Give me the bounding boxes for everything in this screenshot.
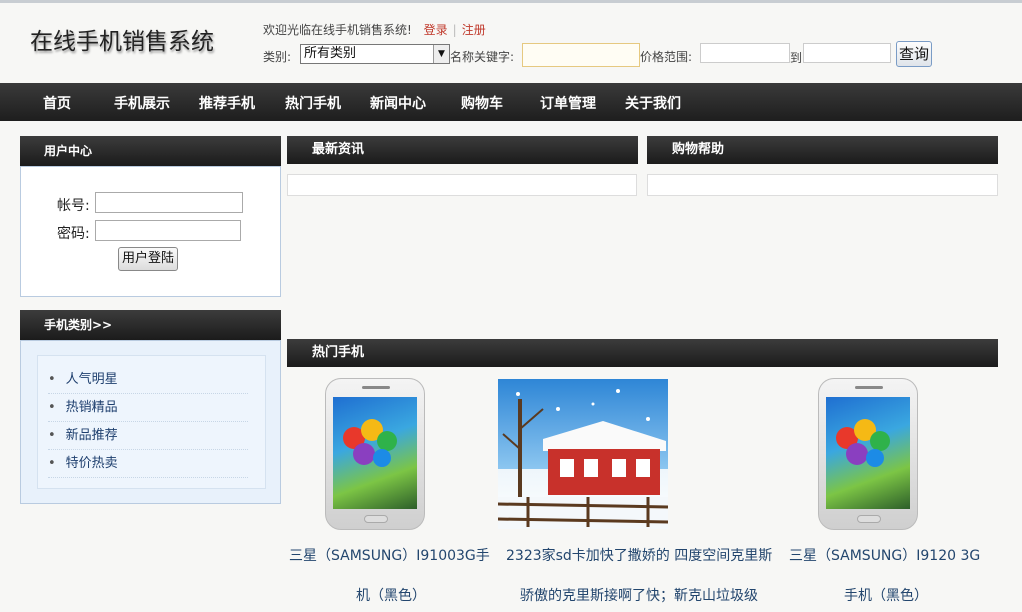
password-input[interactable] — [95, 220, 241, 241]
product-3-name-line2[interactable]: 手机（黑色） — [844, 585, 928, 605]
price-label: 价格范围: — [640, 50, 693, 64]
category-item-new[interactable]: 新品推荐 — [48, 422, 248, 450]
price-min-input[interactable] — [700, 43, 790, 63]
nav-item-news[interactable]: 新闻中心 — [370, 93, 426, 113]
main-nav: 首页 手机展示 推荐手机 热门手机 新闻中心 购物车 订单管理 关于我们 — [0, 83, 1022, 121]
category-list: 人气明星 热销精品 新品推荐 特价热卖 — [37, 355, 266, 489]
login-link[interactable]: 登录 — [424, 23, 448, 37]
category-item-bestseller[interactable]: 热销精品 — [48, 394, 248, 422]
nav-item-phone-showcase[interactable]: 手机展示 — [114, 93, 170, 113]
product-1-name-line2[interactable]: 机（黑色） — [356, 585, 426, 605]
welcome-bar: 欢迎光临在线手机销售系统! 登录 | 注册 — [263, 21, 486, 38]
account-input[interactable] — [95, 192, 243, 213]
site-logo: 在线手机销售系统 — [30, 29, 214, 55]
hot-phones-header: 热门手机 — [287, 339, 998, 367]
password-label: 密码: — [57, 226, 90, 242]
phone-screen — [333, 397, 417, 509]
news-content — [287, 174, 637, 196]
phone-home-button — [857, 515, 881, 523]
category-item-popular[interactable]: 人气明星 — [48, 366, 248, 394]
news-header: 最新资讯 — [287, 136, 638, 164]
phone-speaker — [855, 386, 883, 389]
category-item-sale[interactable]: 特价热卖 — [48, 450, 248, 478]
phone-image[interactable] — [818, 378, 918, 530]
product-3-name[interactable]: 三星（SAMSUNG）I9120 3G — [789, 545, 980, 565]
keyword-input[interactable] — [522, 43, 640, 67]
register-link[interactable]: 注册 — [462, 23, 486, 37]
category-select[interactable]: 所有类别 ▼ — [300, 44, 450, 64]
help-content — [647, 174, 998, 196]
user-center-header: 用户中心 — [20, 136, 281, 166]
price-to-label: 到 — [790, 51, 803, 65]
product-2-name-line2[interactable]: 骄傲的克里斯接啊了快；靳克山垃圾级 — [520, 585, 758, 605]
link-divider: | — [452, 23, 457, 37]
product-1-name[interactable]: 三星（SAMSUNG）I91003G手 — [289, 545, 490, 565]
category-header: 手机类别>> — [20, 310, 281, 340]
category-selected-value: 所有类别 — [304, 46, 357, 61]
help-header: 购物帮助 — [647, 136, 998, 164]
category-label: 类别: — [263, 50, 292, 64]
user-login-button[interactable]: 用户登陆 — [118, 247, 178, 271]
winter-house-image[interactable] — [498, 379, 668, 529]
account-label: 帐号: — [57, 198, 90, 214]
nav-item-hot[interactable]: 热门手机 — [285, 93, 341, 113]
nav-item-cart[interactable]: 购物车 — [461, 93, 503, 113]
nav-item-home[interactable]: 首页 — [43, 93, 71, 113]
keyword-label: 名称关键字: — [450, 50, 515, 64]
phone-screen — [826, 397, 910, 509]
nav-item-orders[interactable]: 订单管理 — [540, 93, 596, 113]
phone-home-button — [364, 515, 388, 523]
search-button[interactable]: 查询 — [896, 41, 932, 67]
category-panel: 人气明星 热销精品 新品推荐 特价热卖 — [20, 340, 281, 504]
product-2-name[interactable]: 2323家sd卡加快了撒娇的 四度空间克里斯 — [506, 545, 772, 565]
top-border — [0, 0, 1022, 3]
dropdown-arrow-icon[interactable]: ▼ — [433, 45, 449, 63]
phone-image[interactable] — [325, 378, 425, 530]
welcome-text: 欢迎光临在线手机销售系统! — [263, 23, 412, 37]
nav-item-recommended[interactable]: 推荐手机 — [199, 93, 255, 113]
price-max-input[interactable] — [803, 43, 891, 63]
phone-speaker — [362, 386, 390, 389]
nav-item-about[interactable]: 关于我们 — [625, 93, 681, 113]
